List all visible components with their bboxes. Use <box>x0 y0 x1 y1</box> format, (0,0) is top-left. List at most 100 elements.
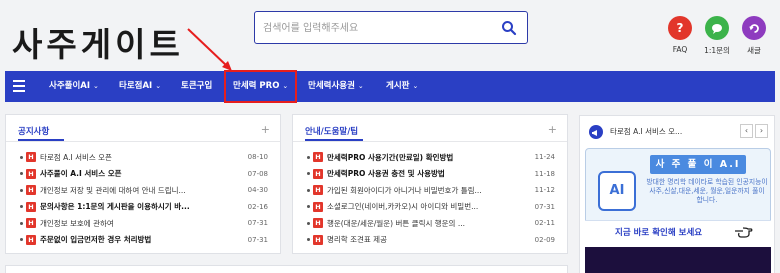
bullet-icon <box>307 155 310 159</box>
list-item[interactable]: H 만세력PRO 사용권 충전 및 사용방법 11-18 <box>307 168 555 180</box>
promo-image-strip[interactable] <box>585 247 771 273</box>
search-icon[interactable] <box>501 20 517 36</box>
pointing-hand-icon <box>735 227 753 238</box>
bullet-icon <box>307 188 310 192</box>
guide-panel: 안내/도움말/팁 + H 만세력PRO 사용기간(만료일) 확인방법 11-24 H 만… <box>292 114 568 254</box>
post-date: 02-16 <box>247 202 268 211</box>
post-title[interactable]: 개인정보 저장 및 관리에 대하여 안내 드립니... <box>40 185 242 196</box>
next-arrow-icon[interactable]: › <box>755 124 768 138</box>
list-item[interactable]: H 소셜로그인(네이버,카카오)시 아이디와 비밀번... 07-31 <box>307 201 555 213</box>
slider-title[interactable]: 타로점 A.I 서비스 오... <box>610 126 682 137</box>
bullet-icon <box>20 155 23 159</box>
cta-bar[interactable]: 지금 바로 확인해 보세요 <box>585 220 771 242</box>
chevron-down-icon: ⌄ <box>93 82 99 90</box>
panel-title[interactable]: 안내/도움말/팁 <box>305 125 358 137</box>
bullet-icon <box>20 172 23 175</box>
list-item[interactable]: H 타로점 A.I 서비스 오픈 08-10 <box>20 151 268 163</box>
hot-badge: H <box>26 234 36 245</box>
bullet-icon <box>20 221 23 225</box>
new-post-label[interactable]: 새글 <box>734 45 774 56</box>
bullet-icon <box>307 221 310 225</box>
nav-board[interactable]: 게시판 ⌄ <box>386 71 418 102</box>
chevron-down-icon: ⌄ <box>155 82 162 90</box>
post-date: 02-11 <box>534 219 555 227</box>
bullet-icon <box>307 238 310 241</box>
hamburger-menu-icon[interactable] <box>13 80 25 92</box>
faq-label[interactable]: FAQ <box>660 45 700 54</box>
post-title[interactable]: 타로점 A.I 서비스 오픈 <box>40 152 242 163</box>
list-item[interactable]: H 명리학 조견표 제공 02-09 <box>307 234 555 246</box>
cta-text[interactable]: 지금 바로 확인해 보세요 <box>615 226 702 238</box>
list-item[interactable]: H 개인정보 보호에 관하여 07-31 <box>20 217 268 229</box>
post-title[interactable]: 만세력PRO 사용기간(만료일) 확인방법 <box>327 152 529 163</box>
post-date: 11-24 <box>534 153 555 161</box>
hot-badge: H <box>313 152 323 162</box>
inquiry-label[interactable]: 1:1문의 <box>697 45 737 56</box>
hot-badge: H <box>26 152 36 162</box>
hot-badge: H <box>26 168 36 179</box>
post-date: 07-31 <box>534 202 555 211</box>
panel-title[interactable]: 공지사항 <box>18 125 49 137</box>
search-input[interactable] <box>263 19 493 37</box>
hot-badge: H <box>313 168 323 179</box>
post-title[interactable]: 가입된 회원아이디가 아니거나 비밀번호가 틀림... <box>327 185 529 196</box>
post-date: 04-30 <box>247 186 268 194</box>
post-date: 11-12 <box>534 186 555 194</box>
post-date: 07-31 <box>247 235 268 244</box>
post-date: 11-18 <box>534 169 555 178</box>
chevron-down-icon: ⌄ <box>357 82 364 90</box>
annotation-arrow <box>187 28 232 71</box>
bullet-icon <box>307 205 310 208</box>
nav-saju-ai[interactable]: 사주풀이AI ⌄ <box>49 71 99 102</box>
highlight-box <box>224 70 297 103</box>
new-post-icon[interactable] <box>742 16 766 40</box>
bullet-icon <box>20 188 23 192</box>
chat-icon[interactable] <box>705 16 729 40</box>
banner-title: 사 주 풀 이 A.I <box>650 155 746 174</box>
chevron-down-icon: ⌄ <box>412 82 419 90</box>
nav-token-purchase[interactable]: 토큰구입 <box>181 71 212 102</box>
post-title[interactable]: 명리학 조견표 제공 <box>327 234 529 245</box>
post-date: 07-31 <box>247 219 268 227</box>
search-box <box>254 11 528 44</box>
banner-description: 방대한 명리학 데이타로 학습된 인공지능이 사주,신살,대운,세운, 월운,일… <box>646 178 768 204</box>
more-plus-icon[interactable]: + <box>261 123 270 136</box>
hot-badge: H <box>26 201 36 212</box>
notice-panel: 공지사항 + H 타로점 A.I 서비스 오픈 08-10 H 사주풀이 A.I 서비스… <box>5 114 281 254</box>
list-item[interactable]: H 가입된 회원아이디가 아니거나 비밀번호가 틀림... 11-12 <box>307 184 555 196</box>
more-plus-icon[interactable]: + <box>548 123 557 136</box>
main-navbar: 사주풀이AI ⌄ 타로점AI ⌄ 토큰구입 만세력 PRO ⌄ 만세력사용권 ⌄ 게시판… <box>5 71 775 102</box>
next-section-panel <box>5 265 568 273</box>
hot-badge: H <box>26 218 36 228</box>
prev-arrow-icon[interactable]: ‹ <box>740 124 753 138</box>
list-item[interactable]: H 행운(대운/세운/월운) 버튼 클릭시 행운의 ... 02-11 <box>307 217 555 229</box>
megaphone-icon <box>589 125 603 139</box>
post-title[interactable]: 개인정보 보호에 관하여 <box>40 218 242 229</box>
list-item[interactable]: H 주문없이 입금먼저한 경우 처리방법 07-31 <box>20 234 268 246</box>
nav-tarot-ai[interactable]: 타로점AI ⌄ <box>119 71 161 102</box>
post-title[interactable]: 행운(대운/세운/월운) 버튼 클릭시 행운의 ... <box>327 218 529 229</box>
list-item[interactable]: H 개인정보 저장 및 관리에 대하여 안내 드립니... 04-30 <box>20 184 268 196</box>
list-item[interactable]: H 만세력PRO 사용기간(만료일) 확인방법 11-24 <box>307 151 555 163</box>
post-title[interactable]: 문의사항은 1:1문의 게시판을 이용하시기 바... <box>40 201 242 212</box>
hot-badge: H <box>313 234 323 245</box>
hot-badge: H <box>313 201 323 212</box>
list-item[interactable]: H 사주풀이 A.I 서비스 오픈 07-08 <box>20 168 268 180</box>
hot-badge: H <box>26 185 36 195</box>
nav-manseryeok-pass[interactable]: 만세력사용권 ⌄ <box>308 71 364 102</box>
post-title[interactable]: 만세력PRO 사용권 충전 및 사용방법 <box>327 168 529 179</box>
list-item[interactable]: H 문의사항은 1:1문의 게시판을 이용하시기 바... 02-16 <box>20 201 268 213</box>
post-date: 07-08 <box>247 169 268 178</box>
faq-icon[interactable]: ? <box>668 16 692 40</box>
post-date: 08-10 <box>247 153 268 161</box>
ai-chip-icon: AI <box>598 171 636 211</box>
tarot-slider-widget: 타로점 A.I 서비스 오... ‹ › AI 사 주 풀 이 A.I 방대한 … <box>579 115 775 273</box>
site-logo[interactable]: 사주게이트 <box>12 18 184 66</box>
hot-badge: H <box>313 185 323 195</box>
post-title[interactable]: 소셜로그인(네이버,카카오)시 아이디와 비밀번... <box>327 201 529 212</box>
bullet-icon <box>307 172 310 175</box>
post-title[interactable]: 주문없이 입금먼저한 경우 처리방법 <box>40 234 242 245</box>
post-title[interactable]: 사주풀이 A.I 서비스 오픈 <box>40 168 242 179</box>
bullet-icon <box>20 205 23 208</box>
bullet-icon <box>20 238 23 241</box>
